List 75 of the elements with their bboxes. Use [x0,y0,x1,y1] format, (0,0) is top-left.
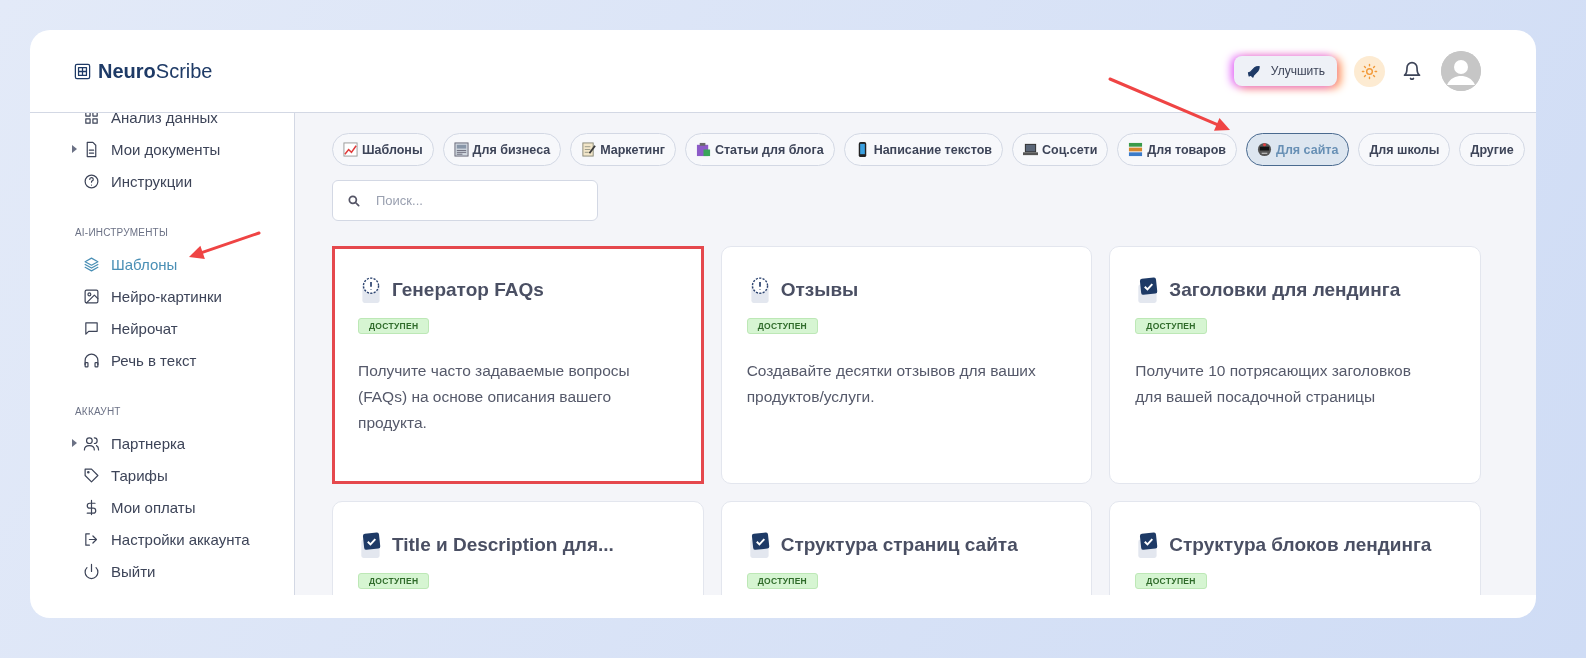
laptop-icon [1022,142,1038,157]
category-chip[interactable]: Написание текстов [843,133,1003,166]
category-chip[interactable]: Для бизнеса [442,133,562,166]
section-heading: АККАУНТ [74,405,121,419]
status-badge: ДОСТУПЕН [1135,573,1207,589]
sidebar-item[interactable]: Нейрочат [30,312,294,344]
sidebar-item[interactable]: Речь в текст [30,344,294,376]
status-badge: ДОСТУПЕН [1135,318,1207,334]
annotation-arrow [189,231,261,259]
search-field[interactable]: Поиск... [332,180,598,221]
theme-toggle[interactable] [1354,55,1385,87]
search-icon [347,193,361,208]
status-badge: ДОСТУПЕН [746,573,819,589]
category-chip[interactable]: Для школы [1358,133,1451,166]
sidebar-item[interactable]: Шаблоны [30,248,294,280]
status-badge: ДОСТУПЕН [358,318,430,334]
sidebar-item[interactable]: Мои документы [30,133,294,165]
category-chip[interactable]: Маркетинг [570,133,676,166]
card-description: Получите 10 потрясающих заголовков для вашей посадочной страницы [1135,361,1412,407]
template-card[interactable]: Структура блоков лендинга ДОСТУПЕН [1109,501,1481,595]
category-chip[interactable]: Шаблоны [332,133,434,166]
layers-icon [83,255,100,273]
caret-icon[interactable] [72,439,77,447]
tag-icon [83,466,100,484]
books-icon [1128,142,1144,157]
image-icon [83,287,100,305]
status-badge: ДОСТУПЕН [746,318,819,334]
template-card[interactable]: Генератор FAQs ДОСТУПЕН Получите часто задаваемые вопросы (FAQs) на основе описания вашего продукта. [332,246,704,484]
chat-icon [83,319,100,337]
card-title: Генератор FAQs [392,279,544,301]
category-chip[interactable]: Другие [1459,133,1525,166]
card-title: Отзывы [780,279,859,301]
category-chip[interactable]: Статьи для блога [684,133,835,166]
template-card[interactable]: Title и Description для... ДОСТУПЕН [332,501,704,595]
template-card[interactable]: Отзывы ДОСТУПЕН Создавайте десятки отзывов для ваших продуктов/услуги. [720,246,1093,484]
robot-icon [1257,142,1272,157]
sidebar-item[interactable]: Инструкции [30,165,294,197]
help-icon [83,172,100,190]
sidebar-item[interactable]: Мои оплаты [30,491,294,523]
card-title: Структура блоков лендинга [1169,534,1432,556]
card-title: Заголовки для лендинга [1169,279,1401,301]
power-icon [83,562,100,580]
status-badge: ДОСТУПЕН [358,573,430,589]
template-card[interactable]: Заголовки для лендинга ДОСТУПЕН Получите 10 потрясающих заголовков для вашей посадочной страницы [1109,246,1481,484]
logo-icon [73,61,92,81]
clipboard-icon [695,142,711,157]
sidebar-item[interactable]: Настройки аккаунта [30,523,294,555]
users-icon [83,434,100,452]
card-title: Title и Description для... [392,534,614,556]
sidebar-item[interactable]: Нейро-картинки [30,280,294,312]
template-card[interactable]: Структура страниц сайта ДОСТУПЕН [720,501,1093,595]
category-chip[interactable]: Соц.сети [1011,133,1109,166]
app-logo[interactable]: NeuroScribe [98,59,213,83]
bell-icon [1402,61,1422,81]
memo-icon [581,142,597,157]
notifications-button[interactable] [1402,61,1422,81]
logout-icon [83,530,100,548]
card-description: Получите часто задаваемые вопросы (FAQs) на основе описания вашего продукта. [358,361,631,433]
upgrade-button[interactable]: Улучшить [1233,56,1337,86]
caret-icon[interactable] [72,145,77,153]
search-input[interactable]: Поиск... [374,192,583,209]
headphones-icon [83,351,100,369]
grid-icon [83,113,100,126]
chart-icon [343,142,358,157]
card-title: Структура страниц сайта [780,534,1018,556]
section-heading: AI-ИНСТРУМЕНТЫ [74,226,168,240]
sidebar-item[interactable]: Выйти [30,555,294,587]
category-chip[interactable]: Для товаров [1117,133,1237,166]
sidebar-item[interactable]: Анализ данных [30,113,294,133]
sidebar-item[interactable]: Тарифы [30,459,294,491]
card-description: Создавайте десятки отзывов для ваших продуктов/услуги. [746,361,1037,407]
sidebar-item[interactable]: Партнерка [30,427,294,459]
newspaper-icon [453,142,469,157]
sun-icon [1361,62,1378,80]
rocket-icon [1245,63,1261,79]
